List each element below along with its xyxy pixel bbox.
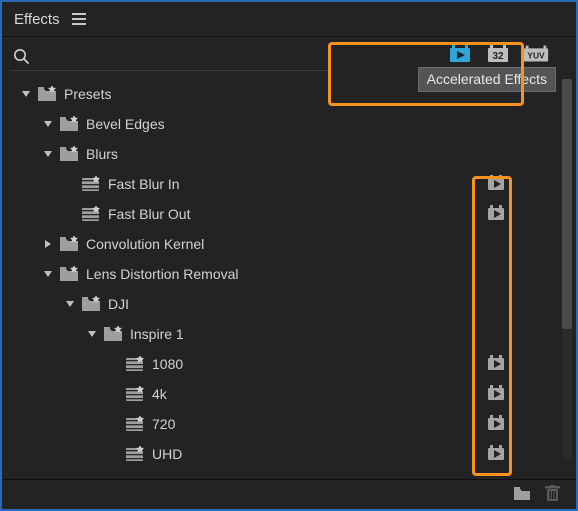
- filter-badges: 32 YUV: [440, 39, 556, 67]
- folder-icon: [80, 296, 102, 312]
- preset-icon: [124, 446, 146, 462]
- search-input[interactable]: [38, 48, 312, 64]
- effects-tree: Presets Bevel Edges Blurs Fast Blur In Fast …: [2, 75, 576, 479]
- tree-item-label: Inspire 1: [130, 326, 184, 342]
- effects-panel: Effects: [0, 0, 578, 511]
- delete-button[interactable]: [545, 485, 560, 505]
- tree-folder[interactable]: DJI: [2, 289, 576, 319]
- new-folder-button[interactable]: [513, 486, 531, 504]
- tree-item-label: Bevel Edges: [86, 116, 165, 132]
- accelerated-badge-icon: [486, 205, 506, 225]
- tree-item-label: Presets: [64, 86, 111, 102]
- disclosure-caret-icon[interactable]: [42, 239, 54, 249]
- tree-item-label: Lens Distortion Removal: [86, 266, 239, 282]
- disclosure-caret-icon[interactable]: [42, 149, 54, 159]
- disclosure-caret-icon[interactable]: [86, 329, 98, 339]
- folder-icon: [58, 236, 80, 252]
- tree-item-label: Fast Blur In: [108, 176, 180, 192]
- svg-text:32: 32: [492, 51, 504, 62]
- tree-folder[interactable]: Bevel Edges: [2, 109, 576, 139]
- disclosure-caret-icon[interactable]: [42, 269, 54, 279]
- folder-icon: [36, 86, 58, 102]
- preset-icon: [124, 416, 146, 432]
- accelerated-badge-icon: [486, 385, 506, 405]
- search-row: 32 YUV Accelerated Effects: [2, 37, 576, 75]
- tree-item-label: Convolution Kernel: [86, 236, 204, 252]
- tree-item-label: UHD: [152, 446, 182, 462]
- disclosure-caret-icon[interactable]: [64, 299, 76, 309]
- preset-icon: [80, 176, 102, 192]
- accelerated-badge-icon: [486, 175, 506, 195]
- tree-folder[interactable]: Blurs: [2, 139, 576, 169]
- preset-icon: [124, 356, 146, 372]
- tree-item-label: Fast Blur Out: [108, 206, 190, 222]
- folder-icon: [58, 116, 80, 132]
- tree-preset[interactable]: Fast Blur Out: [2, 199, 576, 229]
- svg-text:YUV: YUV: [527, 51, 545, 61]
- panel-footer: [2, 479, 576, 509]
- folder-icon: [58, 146, 80, 162]
- tree-folder[interactable]: Presets: [2, 79, 576, 109]
- disclosure-caret-icon[interactable]: [42, 119, 54, 129]
- accelerated-badge-icon: [486, 415, 506, 435]
- yuv-filter[interactable]: YUV: [522, 43, 550, 65]
- tree-item-label: 1080: [152, 356, 183, 372]
- tree-item-label: Blurs: [86, 146, 118, 162]
- tree-item-label: 720: [152, 416, 175, 432]
- tree-folder[interactable]: Convolution Kernel: [2, 229, 576, 259]
- tree-folder[interactable]: Lens Distortion Removal: [2, 259, 576, 289]
- accelerated-effects-filter[interactable]: [446, 43, 474, 65]
- preset-icon: [80, 206, 102, 222]
- folder-icon: [58, 266, 80, 282]
- tree-folder[interactable]: Inspire 1: [2, 319, 576, 349]
- accelerated-badge-icon: [486, 445, 506, 465]
- disclosure-caret-icon[interactable]: [20, 89, 32, 99]
- panel-title: Effects: [14, 11, 60, 28]
- tree-preset[interactable]: Fast Blur In: [2, 169, 576, 199]
- tree-preset[interactable]: 720: [2, 409, 576, 439]
- folder-icon: [102, 326, 124, 342]
- tree-item-label: DJI: [108, 296, 129, 312]
- tree-preset[interactable]: UHD: [2, 439, 576, 469]
- 32-bit-filter[interactable]: 32: [484, 43, 512, 65]
- tree-preset[interactable]: 4k: [2, 379, 576, 409]
- accelerated-badge-icon: [486, 355, 506, 375]
- tree-item-label: 4k: [152, 386, 167, 402]
- preset-icon: [124, 386, 146, 402]
- search-icon: [12, 47, 30, 65]
- tree-preset[interactable]: 1080: [2, 349, 576, 379]
- panel-header: Effects: [2, 2, 576, 36]
- panel-menu-button[interactable]: [72, 13, 86, 25]
- search-underline: [10, 70, 328, 71]
